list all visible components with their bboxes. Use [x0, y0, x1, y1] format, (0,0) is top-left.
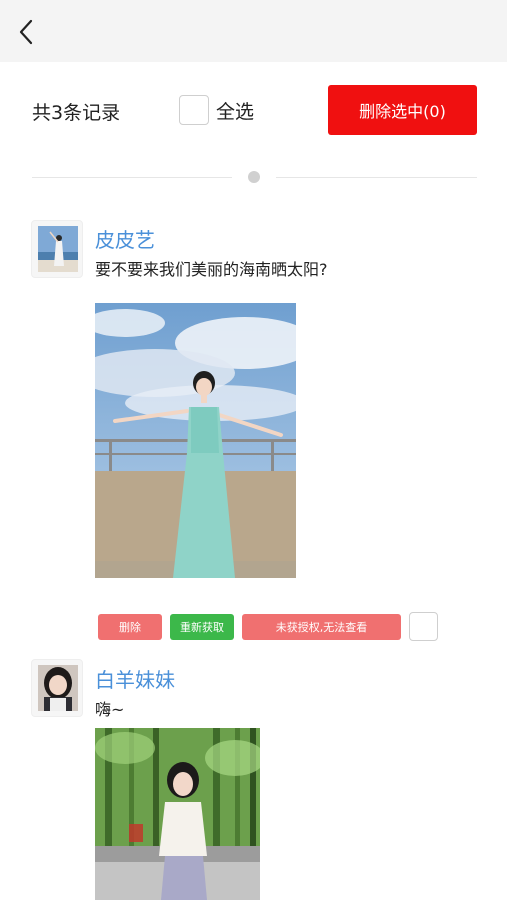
top-bar — [0, 0, 507, 62]
divider-line — [276, 177, 477, 178]
post-action-row: 删除 重新获取 未获授权,无法查看 — [0, 612, 507, 642]
post-photo[interactable] — [95, 303, 296, 578]
select-all-label: 全选 — [216, 100, 255, 123]
record-count: 共3条记录 — [32, 102, 121, 124]
select-all-toggle[interactable]: 全选 — [179, 94, 254, 126]
post-text: 要不要来我们美丽的海南晒太阳? — [95, 260, 328, 279]
divider-line — [32, 177, 232, 178]
selection-toolbar: 共3条记录 全选 删除选中(0) — [0, 62, 507, 162]
photo-woman-balcony — [95, 303, 296, 578]
divider-dot — [248, 171, 260, 183]
delete-post-button[interactable]: 删除 — [98, 614, 162, 640]
post-text: 嗨~ — [95, 700, 125, 719]
chevron-left-icon — [19, 19, 33, 45]
post-username[interactable]: 白羊妹妹 — [95, 664, 175, 693]
avatar[interactable] — [31, 220, 83, 278]
unauthorized-view-button[interactable]: 未获授权,无法查看 — [242, 614, 401, 640]
avatar-image — [38, 665, 78, 711]
select-all-checkbox[interactable] — [179, 95, 209, 125]
refetch-button[interactable]: 重新获取 — [170, 614, 234, 640]
post-username[interactable]: 皮皮艺 — [95, 224, 155, 253]
post-select-checkbox[interactable] — [409, 612, 438, 641]
photo-woman-bamboo — [95, 728, 260, 900]
post-photo[interactable] — [95, 728, 260, 900]
avatar[interactable] — [31, 659, 83, 717]
back-button[interactable] — [12, 16, 42, 46]
delete-selected-button[interactable]: 删除选中(0) — [328, 85, 477, 135]
avatar-image — [38, 226, 78, 272]
